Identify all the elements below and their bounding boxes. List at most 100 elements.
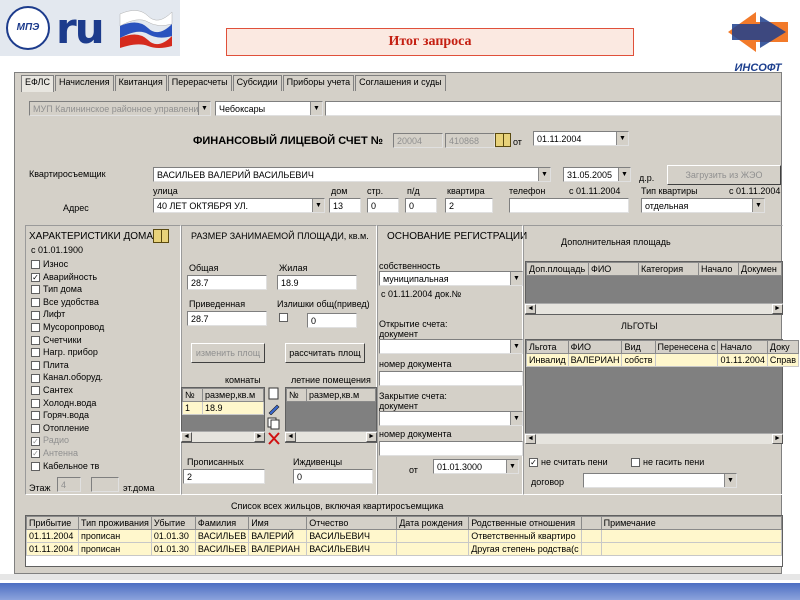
checkbox[interactable] [31, 323, 40, 333]
residents-col-header[interactable]: Фамилия [194, 516, 250, 530]
checkbox[interactable] [31, 373, 40, 383]
benefit-col-transferred[interactable]: Перенесена с [654, 340, 719, 354]
checkbox[interactable] [31, 360, 40, 370]
apartment-type-select[interactable]: отдельная ▼ [641, 198, 765, 213]
chevron-down-icon[interactable]: ▼ [510, 412, 522, 425]
residents-col-header[interactable]: Убытие [150, 516, 196, 530]
scroll-right-icon[interactable]: ► [366, 432, 377, 442]
tab-meters[interactable]: Приборы учета [282, 75, 355, 91]
house-field[interactable]: 13 [329, 198, 361, 213]
tab-subsidies[interactable]: Субсидии [232, 75, 282, 91]
house-characteristic-item[interactable]: Нагр. прибор [31, 347, 98, 358]
extra-col-category[interactable]: Категория [638, 262, 699, 276]
chevron-down-icon[interactable]: ▼ [616, 132, 628, 145]
house-characteristic-item[interactable]: Горяч.вода [31, 410, 89, 421]
extra-area-scrollbar[interactable]: ◄ ► [525, 303, 783, 314]
close-date-select[interactable]: 01.01.3000 ▼ [433, 459, 519, 474]
excess-checkbox[interactable] [279, 313, 288, 322]
checkbox[interactable] [31, 310, 40, 320]
checkbox[interactable] [31, 461, 40, 471]
new-document-icon[interactable] [267, 387, 281, 400]
no-pay-penalty-option[interactable]: не гасить пени [631, 457, 704, 468]
checkbox[interactable] [31, 423, 40, 433]
checkbox[interactable] [31, 398, 40, 408]
house-characteristic-item[interactable]: Лифт [31, 309, 65, 320]
reduced-area-field[interactable]: 28.7 [187, 311, 267, 326]
residents-col-header[interactable] [580, 516, 602, 530]
rooms-scrollbar[interactable]: ◄ ► [181, 431, 265, 442]
benefit-col-kind[interactable]: Вид [621, 340, 656, 354]
delete-icon[interactable] [267, 432, 281, 445]
chevron-down-icon[interactable]: ▼ [538, 168, 550, 181]
scroll-left-icon[interactable]: ◄ [285, 432, 296, 442]
summer-col-number[interactable]: № [286, 388, 307, 402]
chevron-down-icon[interactable]: ▼ [312, 199, 324, 212]
scroll-right-icon[interactable]: ► [772, 434, 783, 444]
tenant-date-select[interactable]: 31.05.2005 ▼ [563, 167, 631, 182]
checkbox[interactable]: ✓ [31, 272, 40, 282]
chevron-down-icon[interactable]: ▼ [752, 199, 764, 212]
book-icon[interactable] [495, 133, 511, 147]
extra-col-name[interactable]: ФИО [588, 262, 639, 276]
open-doc-number-field[interactable] [379, 371, 523, 386]
summer-scrollbar[interactable]: ◄ ► [285, 431, 377, 442]
chevron-down-icon[interactable]: ▼ [198, 102, 210, 115]
apartment-field[interactable]: 2 [445, 198, 493, 213]
tab-receipt[interactable]: Квитанция [114, 75, 167, 91]
benefit-col-name[interactable]: ФИО [567, 340, 623, 354]
chevron-down-icon[interactable]: ▼ [310, 102, 322, 115]
table-row[interactable]: 01.11.2004 прописан 01.01.30 ВАСИЛЬЕВ ВАЛЕРИ… [26, 542, 783, 556]
change-area-button[interactable]: изменить площ [191, 343, 265, 363]
rooms-col-size[interactable]: размер,кв.м [202, 388, 264, 402]
residents-col-header[interactable]: Родственные отношения [468, 516, 582, 530]
account-date-select[interactable]: 01.11.2004 ▼ [533, 131, 629, 146]
floors-field[interactable] [91, 477, 119, 492]
no-penalty-checkbox[interactable]: ✓ [529, 458, 538, 468]
extra-col-area[interactable]: Доп.площадь [526, 262, 589, 276]
house-characteristic-item[interactable]: Отопление [31, 423, 89, 433]
tenant-select[interactable]: ВАСИЛЬЕВ ВАЛЕРИЙ ВАСИЛЬЕВИЧ ▼ [153, 167, 551, 182]
dependents-field[interactable]: 0 [293, 469, 373, 484]
residents-col-header[interactable]: Дата рождения [396, 516, 470, 530]
house-characteristic-item[interactable]: Плита [31, 360, 69, 370]
checkbox[interactable] [31, 335, 40, 345]
checkbox[interactable] [31, 285, 40, 295]
summer-col-size[interactable]: размер,кв.м [306, 388, 376, 402]
excess-area-field[interactable]: 0 [307, 313, 357, 328]
benefits-table[interactable]: Льгота ФИО Вид Перенесена с Начало Доку … [525, 339, 800, 435]
rooms-col-number[interactable]: № [182, 388, 203, 402]
benefit-col-type[interactable]: Льгота [526, 340, 569, 354]
chevron-down-icon[interactable]: ▼ [618, 168, 630, 181]
city-select[interactable]: Чебоксары ▼ [215, 101, 323, 116]
tab-recalculations[interactable]: Перерасчеты [167, 75, 232, 91]
extra-col-start[interactable]: Начало [698, 262, 739, 276]
residents-col-header[interactable]: Имя [248, 516, 308, 530]
pencil-icon[interactable] [267, 402, 281, 415]
house-characteristic-item[interactable]: Холодн.вода [31, 398, 96, 408]
ownership-select[interactable]: муниципальная ▼ [379, 271, 523, 286]
street-select[interactable]: 40 ЛЕТ ОКТЯБРЯ УЛ. ▼ [153, 198, 325, 213]
org-select[interactable]: МУП Калининское районное управлени ▼ [29, 101, 211, 116]
house-characteristic-item[interactable]: Кабельное тв [31, 461, 99, 471]
living-area-field[interactable]: 18.9 [277, 275, 357, 290]
open-document-select[interactable]: ▼ [379, 339, 523, 354]
floor-field[interactable]: 4 [57, 477, 81, 492]
book-icon[interactable] [153, 229, 169, 243]
entrance-field[interactable]: 0 [405, 198, 437, 213]
building-field[interactable]: 0 [367, 198, 399, 213]
table-row[interactable]: Инвалид ВАЛЕРИАН собств 01.11.2004 Справ [526, 353, 800, 367]
registered-field[interactable]: 2 [183, 469, 265, 484]
residents-table[interactable]: Прибытие Тип проживания Убытие Фамилия Имя От… [25, 515, 783, 567]
house-characteristic-item[interactable]: Счетчики [31, 335, 82, 345]
residents-col-header[interactable]: Тип проживания [78, 516, 152, 530]
blank-field[interactable] [325, 101, 781, 116]
no-pay-penalty-checkbox[interactable] [631, 458, 640, 468]
residents-col-header[interactable]: Примечание [600, 516, 783, 530]
checkbox[interactable]: ✓ [31, 436, 40, 446]
copy-icon[interactable] [267, 417, 281, 430]
extra-col-document[interactable]: Докумен [738, 262, 782, 276]
tab-efls[interactable]: ЕФЛС [21, 75, 54, 92]
load-from-zheo-button[interactable]: Загрузить из ЖЭО [667, 165, 781, 185]
house-characteristic-item[interactable]: Тип дома [31, 284, 82, 295]
tab-agreements[interactable]: Соглашения и суды [355, 75, 446, 91]
